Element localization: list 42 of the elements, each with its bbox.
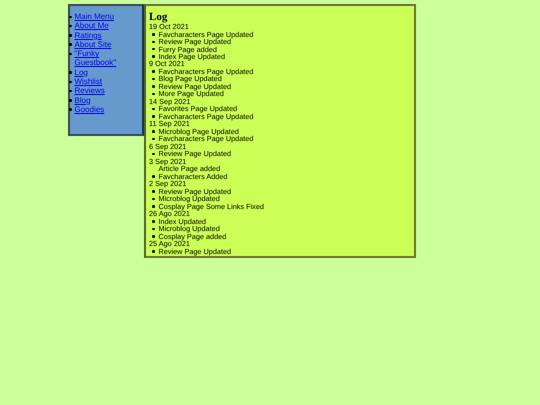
bullet-icon — [152, 205, 154, 208]
bullet-icon — [69, 80, 72, 84]
bullet-icon — [152, 48, 154, 50]
bullet-icon — [152, 175, 154, 178]
bullet-icon — [152, 55, 154, 58]
nav-link[interactable]: About Me — [74, 21, 130, 31]
nav-link[interactable]: About Site — [74, 40, 130, 50]
bullet-icon — [152, 138, 154, 140]
bullet-icon — [152, 108, 154, 110]
bullet-icon — [69, 99, 72, 102]
nav-link[interactable]: Blog — [74, 96, 130, 105]
log-title: Log — [149, 11, 168, 23]
nav-link[interactable]: Reviews — [74, 86, 130, 96]
nav-link[interactable]: Main Menu — [74, 12, 130, 22]
bullet-icon — [152, 92, 154, 96]
bullet-icon — [69, 43, 72, 46]
bullet-icon — [152, 40, 154, 44]
nav-link[interactable]: Wishlist — [74, 77, 130, 86]
bullet-icon — [152, 33, 154, 36]
bullet-icon — [152, 115, 154, 118]
bullet-icon — [69, 71, 72, 74]
bullet-icon — [152, 235, 154, 238]
bullet-icon — [152, 220, 154, 223]
bullet-icon — [69, 34, 72, 37]
bullet-icon — [69, 52, 72, 56]
bullet-icon — [152, 190, 154, 193]
bullet-icon — [152, 250, 154, 253]
nav-link[interactable]: Ratings — [74, 30, 130, 40]
bullet-icon — [69, 16, 72, 18]
bullet-icon — [69, 90, 72, 92]
bullet-icon — [152, 198, 154, 200]
bullet-icon — [69, 24, 72, 28]
nav-link[interactable]: "Funky Guestbook" — [74, 49, 130, 68]
bullet-icon — [152, 228, 154, 230]
bullet-icon — [152, 130, 154, 133]
bullet-icon — [152, 70, 154, 73]
nav-link[interactable]: Log — [74, 68, 130, 78]
bullet-icon — [152, 78, 154, 80]
bullet-icon — [152, 152, 154, 156]
nav-link[interactable]: Goodies — [74, 104, 130, 114]
bullet-icon — [69, 108, 72, 111]
bullet-icon — [152, 85, 154, 88]
